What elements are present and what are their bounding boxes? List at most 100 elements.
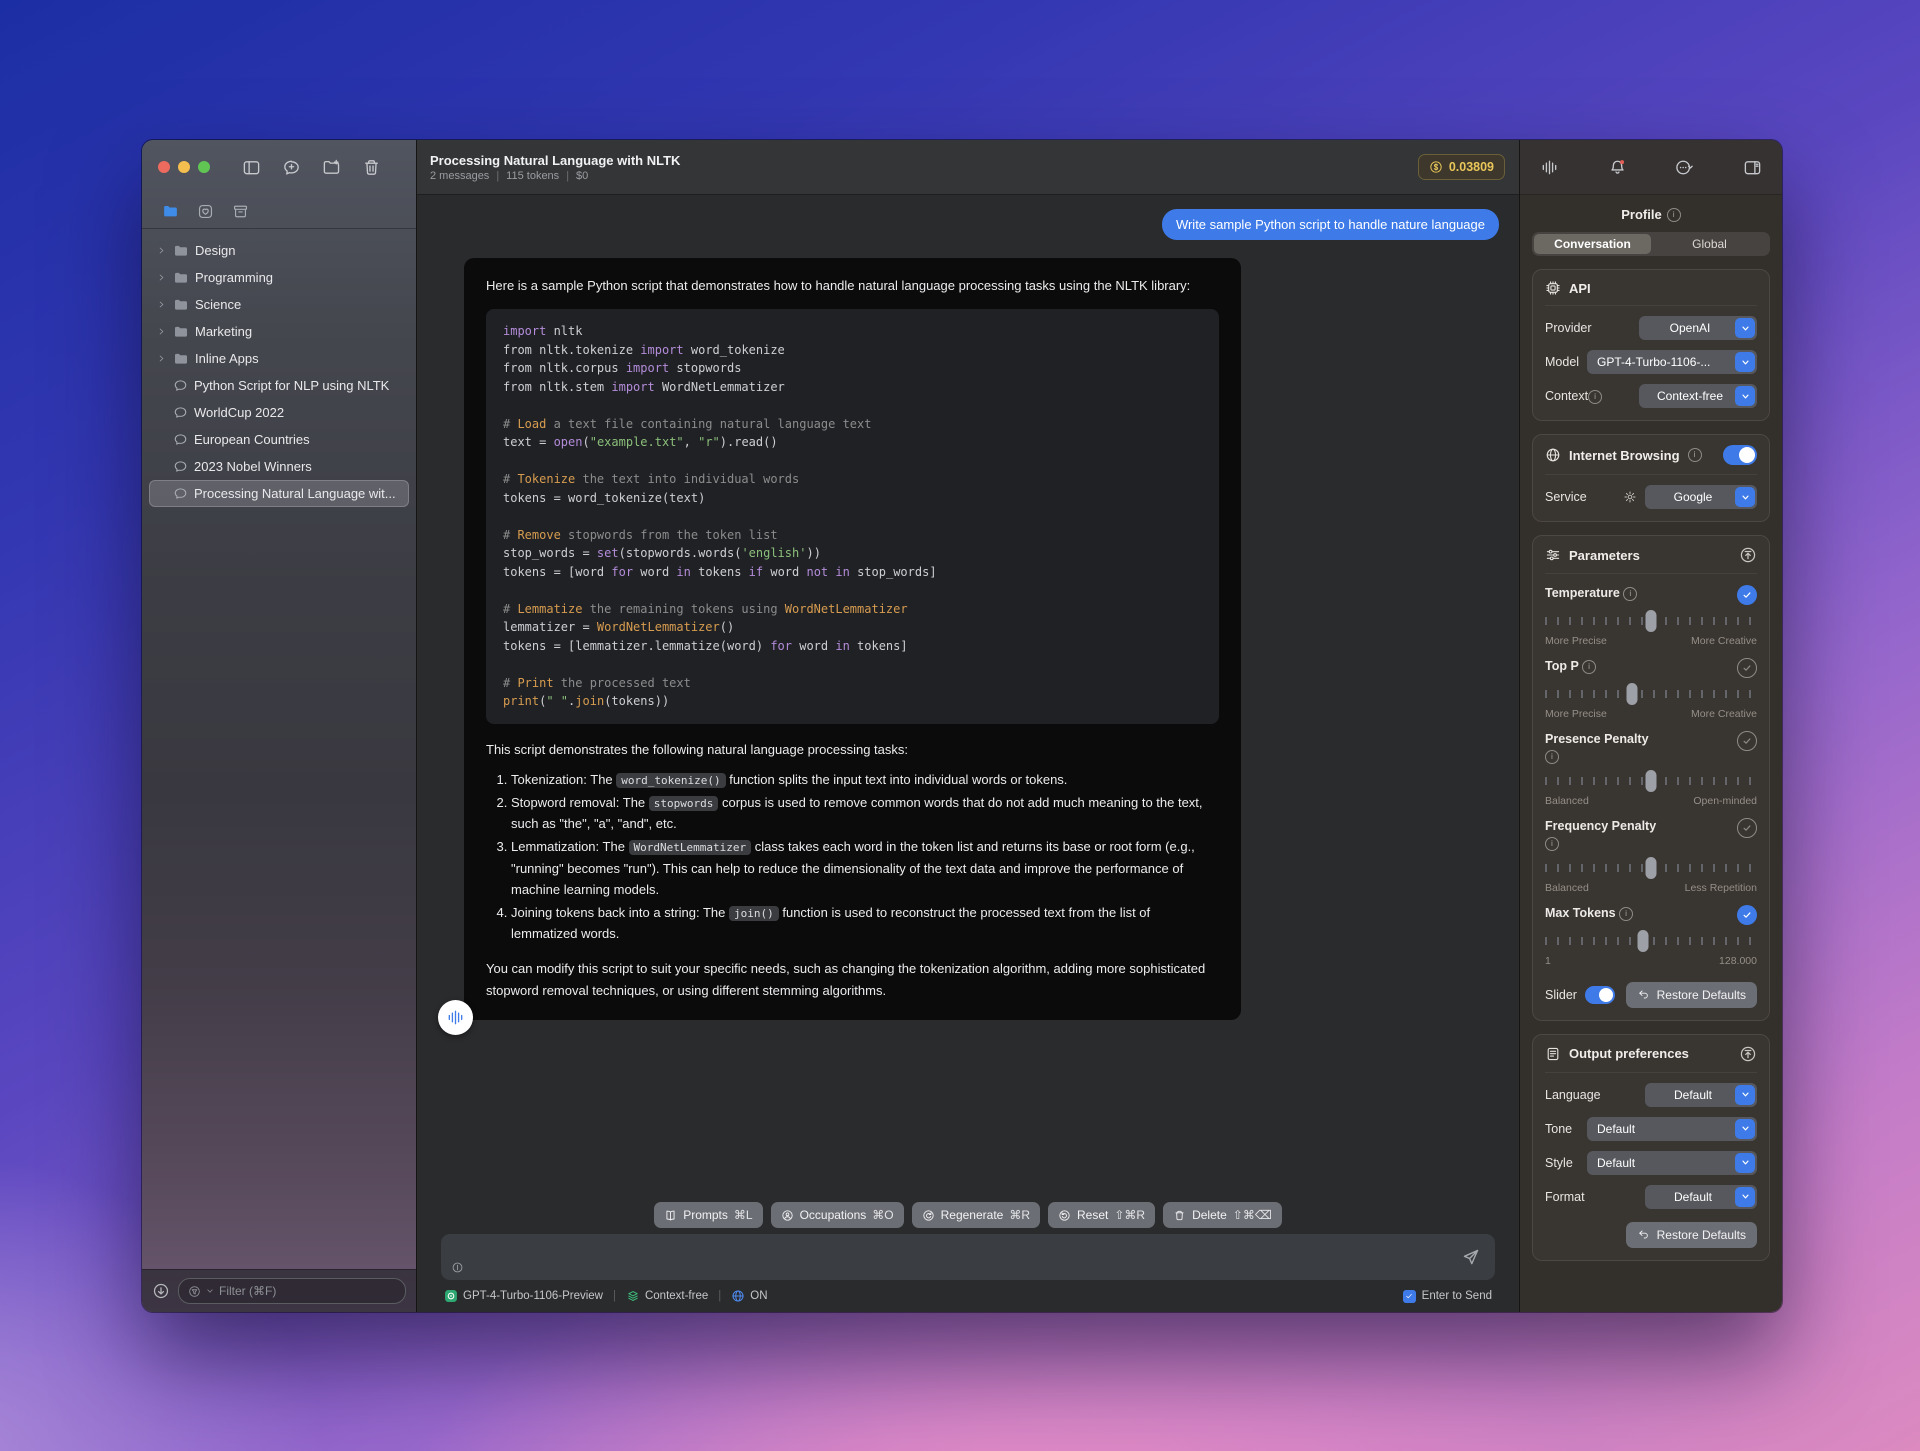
sidebar-chat-item[interactable]: WorldCup 2022 bbox=[149, 399, 409, 426]
info-icon[interactable]: i bbox=[1545, 836, 1559, 851]
download-icon[interactable] bbox=[152, 1282, 170, 1300]
code-block[interactable]: import nltk from nltk.tokenize import wor… bbox=[486, 309, 1219, 724]
parameter-enable-check[interactable] bbox=[1737, 731, 1757, 751]
info-icon[interactable]: i bbox=[1545, 749, 1559, 764]
trash-icon[interactable] bbox=[362, 158, 381, 177]
inline-code: WordNetLemmatizer bbox=[628, 840, 752, 856]
internet-browsing-toggle[interactable] bbox=[1723, 445, 1757, 465]
action-label: Regenerate bbox=[940, 1208, 1004, 1222]
sidebar-chat-item[interactable]: 2023 Nobel Winners bbox=[149, 453, 409, 480]
slider-thumb[interactable] bbox=[1637, 929, 1649, 952]
attachment-icon[interactable] bbox=[451, 1261, 464, 1274]
parameter-enable-check[interactable] bbox=[1737, 817, 1757, 838]
status-label: ON bbox=[750, 1290, 768, 1302]
language-dropdown[interactable]: Default bbox=[1645, 1082, 1757, 1107]
new-folder-icon[interactable] bbox=[322, 158, 341, 177]
slider-mode-toggle[interactable] bbox=[1584, 985, 1615, 1004]
globe-icon bbox=[731, 1289, 745, 1303]
sidebar-folder-item[interactable]: Inline Apps bbox=[149, 345, 409, 372]
user-message[interactable]: Write sample Python script to handle nat… bbox=[1161, 209, 1499, 240]
dollar-icon bbox=[1429, 160, 1443, 174]
sidebar-chat-item[interactable]: Processing Natural Language wit... bbox=[149, 480, 409, 507]
slider-thumb[interactable] bbox=[1645, 769, 1657, 792]
parameter-temperature: Temperature i More Precise More Creative bbox=[1545, 585, 1757, 647]
sidebar-folder-item[interactable]: Science bbox=[149, 291, 409, 318]
profile-tab-conversation[interactable]: Conversation bbox=[1534, 234, 1651, 254]
sidebar-chat-item[interactable]: Python Script for NLP using NLTK bbox=[149, 372, 409, 399]
collapse-section-icon[interactable] bbox=[1739, 546, 1757, 564]
parameter-slider[interactable] bbox=[1545, 856, 1757, 879]
parameter-slider[interactable] bbox=[1545, 929, 1757, 952]
zoom-window-button[interactable] bbox=[198, 161, 210, 173]
context-dropdown[interactable]: Context-free bbox=[1639, 384, 1757, 408]
minimize-window-button[interactable] bbox=[178, 161, 190, 173]
restore-defaults-button[interactable]: Restore Defaults bbox=[1625, 981, 1757, 1008]
provider-dropdown[interactable]: OpenAI bbox=[1639, 316, 1757, 340]
status-item[interactable]: Context-free bbox=[626, 1289, 708, 1303]
style-dropdown[interactable]: Default bbox=[1587, 1150, 1757, 1175]
occupations-button[interactable]: Occupations ⌘O bbox=[770, 1202, 904, 1228]
close-window-button[interactable] bbox=[158, 161, 170, 173]
enter-to-send-checkbox[interactable]: Enter to Send bbox=[1402, 1289, 1492, 1303]
new-chat-icon[interactable] bbox=[282, 158, 301, 177]
parameter-enable-check[interactable] bbox=[1737, 585, 1757, 605]
info-icon[interactable]: i bbox=[1619, 906, 1634, 921]
sidebar-chat-item[interactable]: European Countries bbox=[149, 426, 409, 453]
chat-actions: Prompts ⌘L Occupations ⌘O Regenerate ⌘R Reset ⇧… bbox=[417, 1196, 1519, 1234]
restore-defaults-button[interactable]: Restore Defaults bbox=[1625, 1221, 1757, 1248]
format-dropdown[interactable]: Default bbox=[1645, 1184, 1757, 1209]
delete-button[interactable]: Delete ⇧⌘⌫ bbox=[1163, 1202, 1282, 1228]
tone-dropdown[interactable]: Default bbox=[1587, 1116, 1757, 1141]
sidebar-tab-folder-tab[interactable] bbox=[162, 203, 179, 220]
right-panel-toggle-icon[interactable] bbox=[1743, 158, 1762, 177]
parameter-enable-check[interactable] bbox=[1737, 904, 1757, 925]
parameter-slider[interactable] bbox=[1545, 610, 1757, 632]
send-button[interactable] bbox=[1461, 1247, 1481, 1267]
status-item[interactable]: ON bbox=[731, 1289, 768, 1303]
info-icon[interactable]: i bbox=[1588, 389, 1603, 404]
scale-max-label: 128.000 bbox=[1719, 954, 1757, 967]
status-bar: GPT-4-Turbo-1106-Preview | Context-free | ON… bbox=[417, 1280, 1519, 1312]
slider-thumb[interactable] bbox=[1645, 610, 1657, 632]
parameter-slider[interactable] bbox=[1545, 683, 1757, 705]
info-icon[interactable]: i bbox=[1623, 587, 1638, 601]
waveform-icon[interactable] bbox=[1540, 158, 1559, 177]
slider-thumb[interactable] bbox=[1645, 856, 1657, 879]
output-row: Tone Default bbox=[1545, 1116, 1757, 1141]
info-icon[interactable]: i bbox=[1687, 448, 1702, 462]
regenerate-button[interactable]: Regenerate ⌘R bbox=[911, 1202, 1040, 1228]
ellipsis-menu-icon[interactable] bbox=[1675, 158, 1694, 177]
parameter-slider[interactable] bbox=[1545, 769, 1757, 792]
filter-input[interactable]: Filter (⌘F) bbox=[178, 1278, 406, 1304]
bell-icon[interactable] bbox=[1608, 158, 1627, 177]
gear-icon[interactable] bbox=[1623, 490, 1637, 504]
info-icon[interactable]: i bbox=[1582, 660, 1597, 674]
sidebar-tab-favorites[interactable] bbox=[197, 203, 214, 220]
prompts-button[interactable]: Prompts ⌘L bbox=[654, 1202, 763, 1228]
message-input[interactable] bbox=[441, 1234, 1495, 1280]
status-item[interactable]: GPT-4-Turbo-1106-Preview bbox=[444, 1289, 603, 1303]
cost-badge[interactable]: 0.03809 bbox=[1417, 154, 1505, 180]
assistant-outro: You can modify this script to suit your … bbox=[486, 961, 1206, 998]
info-icon[interactable]: i bbox=[1666, 207, 1681, 222]
service-dropdown[interactable]: Google bbox=[1645, 485, 1757, 509]
sidebar-folder-item[interactable]: Marketing bbox=[149, 318, 409, 345]
sidebar-folder-item[interactable]: Programming bbox=[149, 264, 409, 291]
sidebar-folder-item[interactable]: Design bbox=[149, 237, 409, 264]
sidebar-tab-archive[interactable] bbox=[232, 203, 249, 220]
chat-transcript[interactable]: Write sample Python script to handle nat… bbox=[417, 195, 1519, 1196]
reset-button[interactable]: Reset ⇧⌘R bbox=[1048, 1202, 1156, 1228]
inline-code: stopwords bbox=[648, 796, 719, 812]
collapse-section-icon[interactable] bbox=[1739, 1045, 1757, 1063]
output-row: Format Default bbox=[1545, 1184, 1757, 1209]
chevron-right-icon bbox=[156, 299, 167, 310]
action-shortcut: ⌘L bbox=[733, 1208, 753, 1222]
model-dropdown[interactable]: GPT-4-Turbo-1106-... bbox=[1587, 350, 1757, 374]
sidebar-toggle-icon[interactable] bbox=[242, 158, 261, 177]
chevron-down-icon bbox=[1735, 352, 1755, 372]
profile-tab-global[interactable]: Global bbox=[1651, 234, 1768, 254]
chevron-down-icon bbox=[1735, 386, 1755, 406]
parameter-enable-check[interactable] bbox=[1737, 658, 1757, 678]
tasks-intro: This script demonstrates the following n… bbox=[486, 741, 908, 757]
slider-thumb[interactable] bbox=[1626, 683, 1638, 705]
